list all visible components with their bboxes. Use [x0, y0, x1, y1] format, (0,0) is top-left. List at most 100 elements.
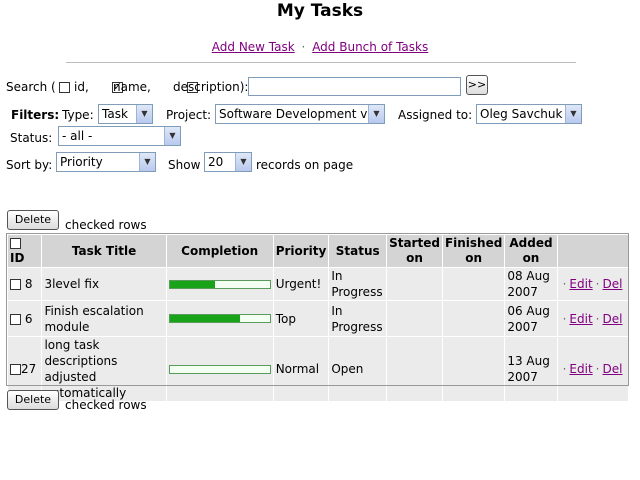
search-description-label: description): — [173, 80, 249, 94]
chevron-down-icon: ▼ — [565, 105, 581, 123]
action-separator: · — [595, 277, 600, 291]
status-select[interactable]: - all - ▼ — [58, 126, 181, 146]
records-per-page-select[interactable]: 20 ▼ — [204, 152, 252, 172]
type-select[interactable]: Task ▼ — [98, 104, 153, 124]
checked-rows-label-bottom: checked rows — [65, 398, 147, 412]
chevron-down-icon: ▼ — [136, 105, 152, 123]
tasks-table: ID Task Title Completion Priority Status… — [6, 234, 630, 402]
chevron-down-icon: ▼ — [235, 153, 251, 171]
delete-link[interactable]: Del — [603, 362, 623, 376]
edit-link[interactable]: Edit — [569, 277, 592, 291]
delete-link[interactable]: Del — [603, 277, 623, 291]
divider — [66, 62, 576, 63]
header-id: ID — [6, 234, 43, 268]
row-id-cell: 8 — [6, 267, 43, 301]
row-title: Finish escalation module — [41, 300, 167, 337]
delete-checked-button-top[interactable]: Delete — [7, 210, 59, 230]
row-started — [386, 300, 443, 337]
project-select-value: Software Development v1 — [219, 107, 376, 121]
project-select[interactable]: Software Development v1 ▼ — [215, 104, 385, 124]
row-finished — [441, 267, 506, 301]
chevron-down-icon: ▼ — [368, 105, 384, 123]
row-added: 08 Aug 2007 — [504, 267, 558, 301]
action-separator: · — [595, 311, 600, 326]
header-finished[interactable]: Finished on — [441, 234, 506, 268]
row-checkbox[interactable] — [10, 313, 21, 325]
assigned-label: Assigned to: — [398, 108, 473, 122]
link-separator: · — [301, 40, 306, 54]
checked-rows-label-top: checked rows — [65, 218, 147, 232]
header-status[interactable]: Status — [328, 234, 388, 268]
header-priority[interactable]: Priority — [272, 234, 330, 268]
progress-bar — [168, 314, 271, 323]
row-completion — [165, 300, 274, 337]
records-per-page-value: 20 — [208, 155, 224, 169]
delete-checked-button-bottom[interactable]: Delete — [7, 390, 59, 410]
progress-bar — [168, 364, 271, 374]
project-label: Project: — [166, 108, 212, 122]
delete-link[interactable]: Del — [603, 312, 623, 326]
search-name-label: name, — [113, 80, 151, 94]
sort-label: Sort by: — [6, 158, 53, 172]
row-status: In Progress — [328, 267, 388, 301]
row-id: 8 — [24, 277, 33, 291]
add-bunch-of-tasks-link[interactable]: Add Bunch of Tasks — [312, 40, 428, 54]
action-separator: · — [595, 362, 600, 376]
action-links: Add New Task · Add Bunch of Tasks — [0, 40, 640, 54]
row-priority: Normal — [272, 336, 330, 402]
status-select-value: - all - — [62, 129, 93, 143]
header-started[interactable]: Started on — [386, 234, 443, 268]
row-completion — [165, 336, 274, 402]
row-added: 06 Aug 2007 — [504, 300, 558, 337]
row-title: 3level fix — [41, 267, 167, 301]
row-completion — [165, 267, 274, 301]
row-id-cell: 6 — [6, 300, 43, 337]
chevron-down-icon: ▼ — [164, 127, 180, 145]
table-row: 8 3level fix Urgent! In Progress 08 Aug … — [6, 267, 630, 301]
select-all-checkbox[interactable] — [10, 238, 21, 249]
action-separator: · — [562, 362, 567, 376]
edit-link[interactable]: Edit — [569, 362, 592, 376]
row-checkbox[interactable] — [10, 364, 21, 375]
chevron-down-icon: ▼ — [139, 153, 155, 171]
row-status: Open — [328, 336, 388, 402]
search-id-label: id, — [74, 80, 89, 94]
row-actions: · Edit · Del — [556, 300, 630, 337]
header-title[interactable]: Task Title — [41, 234, 167, 268]
assigned-select[interactable]: Oleg Savchuk ▼ — [476, 104, 582, 124]
action-separator: · — [562, 277, 567, 291]
search-id-checkbox[interactable] — [59, 82, 70, 93]
type-label: Type: — [62, 108, 94, 122]
row-added: 13 Aug 2007 — [504, 336, 558, 402]
header-completion[interactable]: Completion — [165, 234, 274, 268]
row-title: long task descriptions adjusted automati… — [41, 336, 167, 402]
row-finished — [441, 300, 506, 337]
status-label: Status: — [10, 131, 53, 145]
edit-link[interactable]: Edit — [569, 312, 592, 326]
row-priority: Top — [272, 300, 330, 337]
progress-bar — [168, 279, 271, 289]
table-row: 27 long task descriptions adjusted autom… — [6, 336, 630, 402]
row-status: In Progress — [328, 300, 388, 337]
search-label: Search ( — [6, 80, 56, 94]
header-actions — [556, 234, 630, 268]
search-input[interactable] — [248, 77, 461, 96]
header-added[interactable]: Added on — [504, 234, 558, 268]
header-id-label: ID — [10, 251, 25, 265]
row-priority: Urgent! — [272, 267, 330, 301]
records-on-page-label: records on page — [256, 158, 354, 172]
type-select-value: Task — [102, 107, 128, 121]
table-header-row: ID Task Title Completion Priority Status… — [6, 234, 630, 268]
action-separator: · — [562, 311, 567, 326]
sort-select[interactable]: Priority ▼ — [56, 152, 156, 172]
row-started — [386, 336, 443, 402]
filters-label: Filters: — [11, 108, 60, 122]
show-label: Show — [168, 158, 201, 172]
search-go-button[interactable]: >> — [466, 75, 488, 95]
row-checkbox[interactable] — [10, 279, 21, 290]
table-row: 6 Finish escalation module Top In Progre… — [6, 300, 630, 337]
add-new-task-link[interactable]: Add New Task — [212, 40, 295, 54]
row-actions: · Edit · Del — [556, 336, 630, 402]
assigned-select-value: Oleg Savchuk — [480, 107, 563, 121]
progress-bar-fill — [169, 280, 215, 288]
